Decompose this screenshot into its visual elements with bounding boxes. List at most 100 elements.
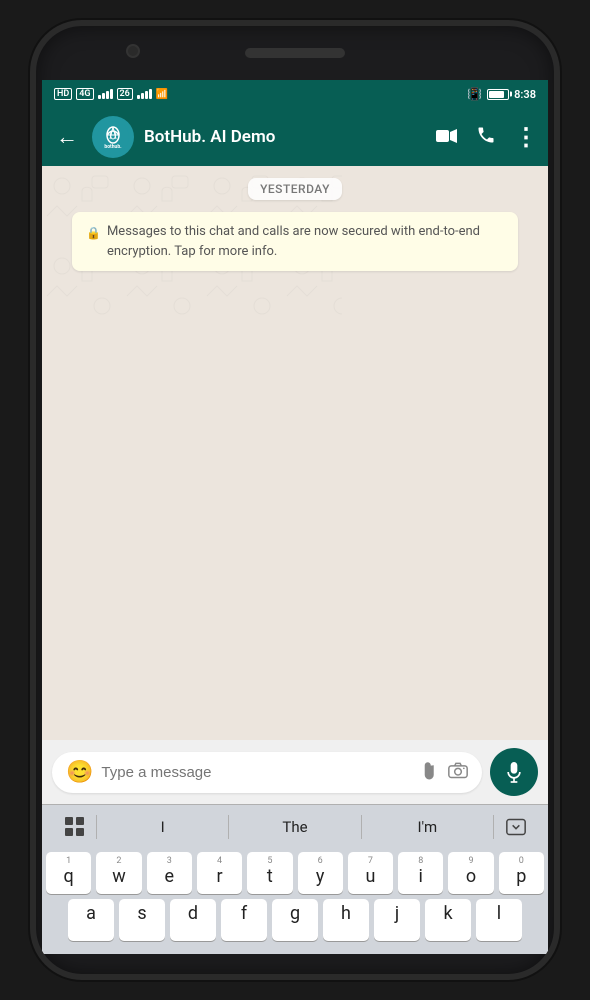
suggestion-the[interactable]: The	[229, 810, 360, 844]
key-num-5: 5	[267, 856, 272, 866]
contact-info[interactable]: BotHub. AI Demo	[144, 127, 426, 147]
bar1	[98, 95, 101, 99]
contact-avatar[interactable]: bothub.	[92, 116, 134, 158]
grid-dot	[65, 817, 73, 825]
key-letter-u: u	[365, 868, 375, 886]
video-call-button[interactable]	[436, 125, 458, 149]
front-camera	[126, 44, 140, 58]
key-t[interactable]: 5 t	[247, 852, 292, 894]
grid-dot	[76, 817, 84, 825]
grid-dot	[65, 828, 73, 836]
key-d[interactable]: d	[170, 899, 216, 941]
sim2-indicator: 26	[117, 88, 133, 100]
key-o[interactable]: 9 o	[448, 852, 493, 894]
key-letter-o: o	[466, 868, 476, 886]
bar1b	[137, 95, 140, 99]
keyboard-collapse-button[interactable]	[494, 818, 538, 836]
signal-bars-2	[137, 89, 152, 99]
key-letter-q: q	[64, 868, 74, 886]
key-letter-r: r	[217, 868, 223, 886]
key-k[interactable]: k	[425, 899, 471, 941]
more-options-button[interactable]: ⋮	[514, 123, 538, 151]
vibrate-icon: 📳	[467, 87, 482, 101]
key-num-2: 2	[116, 856, 121, 866]
chat-header: ← bothub. BotHub. AI Demo	[42, 108, 548, 166]
keyboard-suggestions: I The I'm	[42, 804, 548, 848]
message-input[interactable]	[101, 764, 414, 781]
4g-indicator: 4G	[76, 88, 93, 100]
collapse-icon	[506, 818, 526, 836]
key-l[interactable]: l	[476, 899, 522, 941]
key-letter-j: j	[395, 905, 399, 923]
lock-icon: 🔒	[86, 224, 101, 242]
key-i[interactable]: 8 i	[398, 852, 443, 894]
key-a[interactable]: a	[68, 899, 114, 941]
key-h[interactable]: h	[323, 899, 369, 941]
key-letter-y: y	[316, 868, 325, 886]
status-bar: HD 4G 26 📶 📳	[42, 80, 548, 108]
emoji-button[interactable]: 😊	[66, 760, 93, 785]
key-e[interactable]: 3 e	[147, 852, 192, 894]
key-letter-l: l	[497, 905, 501, 923]
key-j[interactable]: j	[374, 899, 420, 941]
key-letter-i: i	[419, 868, 423, 886]
mic-button[interactable]	[490, 748, 538, 796]
status-time: 8:38	[514, 88, 536, 101]
phone-frame: HD 4G 26 📶 📳	[30, 20, 560, 980]
mic-icon	[504, 760, 524, 784]
key-num-7: 7	[368, 856, 373, 866]
suggestion-im[interactable]: I'm	[362, 810, 493, 844]
screen: HD 4G 26 📶 📳	[42, 80, 548, 954]
key-num-0: 0	[519, 856, 524, 866]
key-letter-a: a	[86, 905, 96, 923]
chat-content: YESTERDAY 🔒 Messages to this chat and ca…	[42, 166, 548, 287]
back-button[interactable]: ←	[52, 120, 82, 154]
key-row-asdf: a s d f g h j	[46, 899, 544, 941]
key-u[interactable]: 7 u	[348, 852, 393, 894]
voice-call-button[interactable]	[476, 125, 496, 150]
bar4b	[149, 89, 152, 99]
suggestion-i[interactable]: I	[97, 810, 228, 844]
key-letter-s: s	[137, 905, 146, 923]
key-y[interactable]: 6 y	[298, 852, 343, 894]
battery-icon	[487, 89, 509, 100]
grid-dot	[76, 828, 84, 836]
key-r[interactable]: 4 r	[197, 852, 242, 894]
key-s[interactable]: s	[119, 899, 165, 941]
key-letter-w: w	[112, 868, 126, 886]
key-num-1: 1	[66, 856, 71, 866]
key-letter-p: p	[516, 868, 526, 886]
date-badge: YESTERDAY	[248, 178, 342, 200]
bar3b	[145, 91, 148, 99]
key-num-4: 4	[217, 856, 222, 866]
key-num-6: 6	[318, 856, 323, 866]
key-letter-d: d	[188, 905, 198, 923]
key-num-9: 9	[469, 856, 474, 866]
attach-button[interactable]	[417, 758, 446, 787]
key-p[interactable]: 0 p	[499, 852, 544, 894]
key-num-8: 8	[418, 856, 423, 866]
key-letter-t: t	[267, 868, 273, 886]
contact-name: BotHub. AI Demo	[144, 127, 426, 147]
key-w[interactable]: 2 w	[96, 852, 141, 894]
wifi-icon: 📶	[156, 89, 168, 100]
keyboard-grid-button[interactable]	[52, 817, 96, 836]
encryption-notice[interactable]: 🔒 Messages to this chat and calls are no…	[72, 212, 518, 271]
key-letter-k: k	[443, 905, 452, 923]
key-q[interactable]: 1 q	[46, 852, 91, 894]
key-g[interactable]: g	[272, 899, 318, 941]
key-row-numbers: 1 q 2 w 3 e 4 r 5 t	[46, 852, 544, 894]
key-letter-f: f	[241, 905, 247, 923]
svg-text:bothub.: bothub.	[104, 144, 122, 150]
input-bar: 😊	[42, 740, 548, 804]
grid-icon	[65, 817, 84, 836]
signal-bars-1	[98, 89, 113, 99]
key-num-3: 3	[167, 856, 172, 866]
header-actions: ⋮	[436, 123, 538, 151]
camera-button[interactable]	[448, 760, 468, 784]
key-f[interactable]: f	[221, 899, 267, 941]
bar2b	[141, 93, 144, 99]
bar2	[102, 93, 105, 99]
battery-fill	[489, 91, 503, 98]
avatar-logo: bothub.	[97, 121, 129, 153]
